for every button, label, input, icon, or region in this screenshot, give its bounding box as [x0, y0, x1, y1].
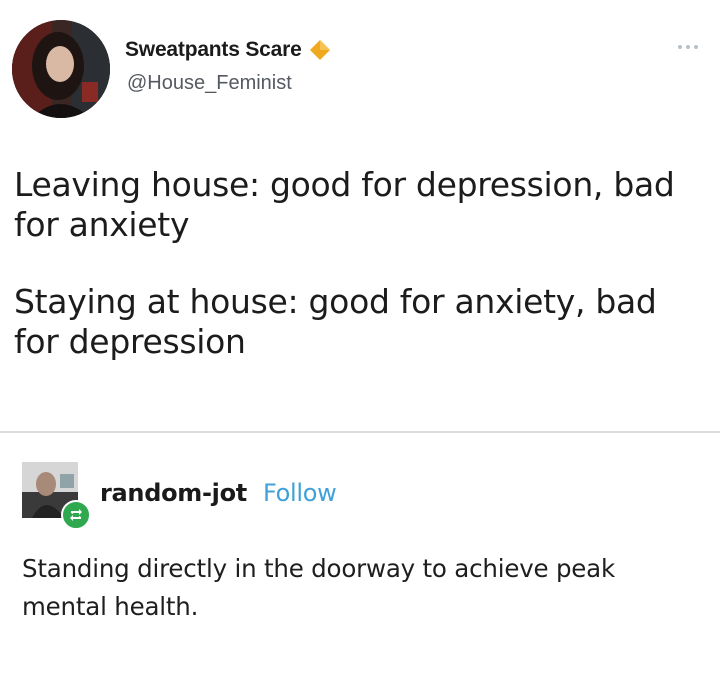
tweet-text-paragraph-2: Staying at house: good for anxiety, bad … — [14, 282, 657, 362]
diamond-badge-icon — [308, 38, 332, 62]
reply-text: Standing directly in the doorway to achi… — [22, 554, 615, 621]
tweet-handle[interactable]: @House_Feminist — [127, 72, 292, 95]
reply-author-row: random-jot Follow — [100, 479, 337, 507]
ellipsis-icon[interactable] — [678, 42, 708, 52]
follow-button[interactable]: Follow — [263, 479, 337, 507]
tweet-card: Sweatpants Scare @House_Feminist Leaving… — [0, 0, 720, 432]
tweet-display-name[interactable]: Sweatpants Scare — [125, 38, 302, 62]
tweet-author-avatar[interactable] — [12, 20, 110, 118]
divider — [0, 431, 720, 433]
tweet-author-row: Sweatpants Scare — [125, 38, 332, 62]
reblog-icon — [61, 500, 91, 530]
tweet-text-paragraph-1: Leaving house: good for depression, bad … — [14, 165, 675, 245]
reply-username[interactable]: random-jot — [100, 479, 247, 507]
